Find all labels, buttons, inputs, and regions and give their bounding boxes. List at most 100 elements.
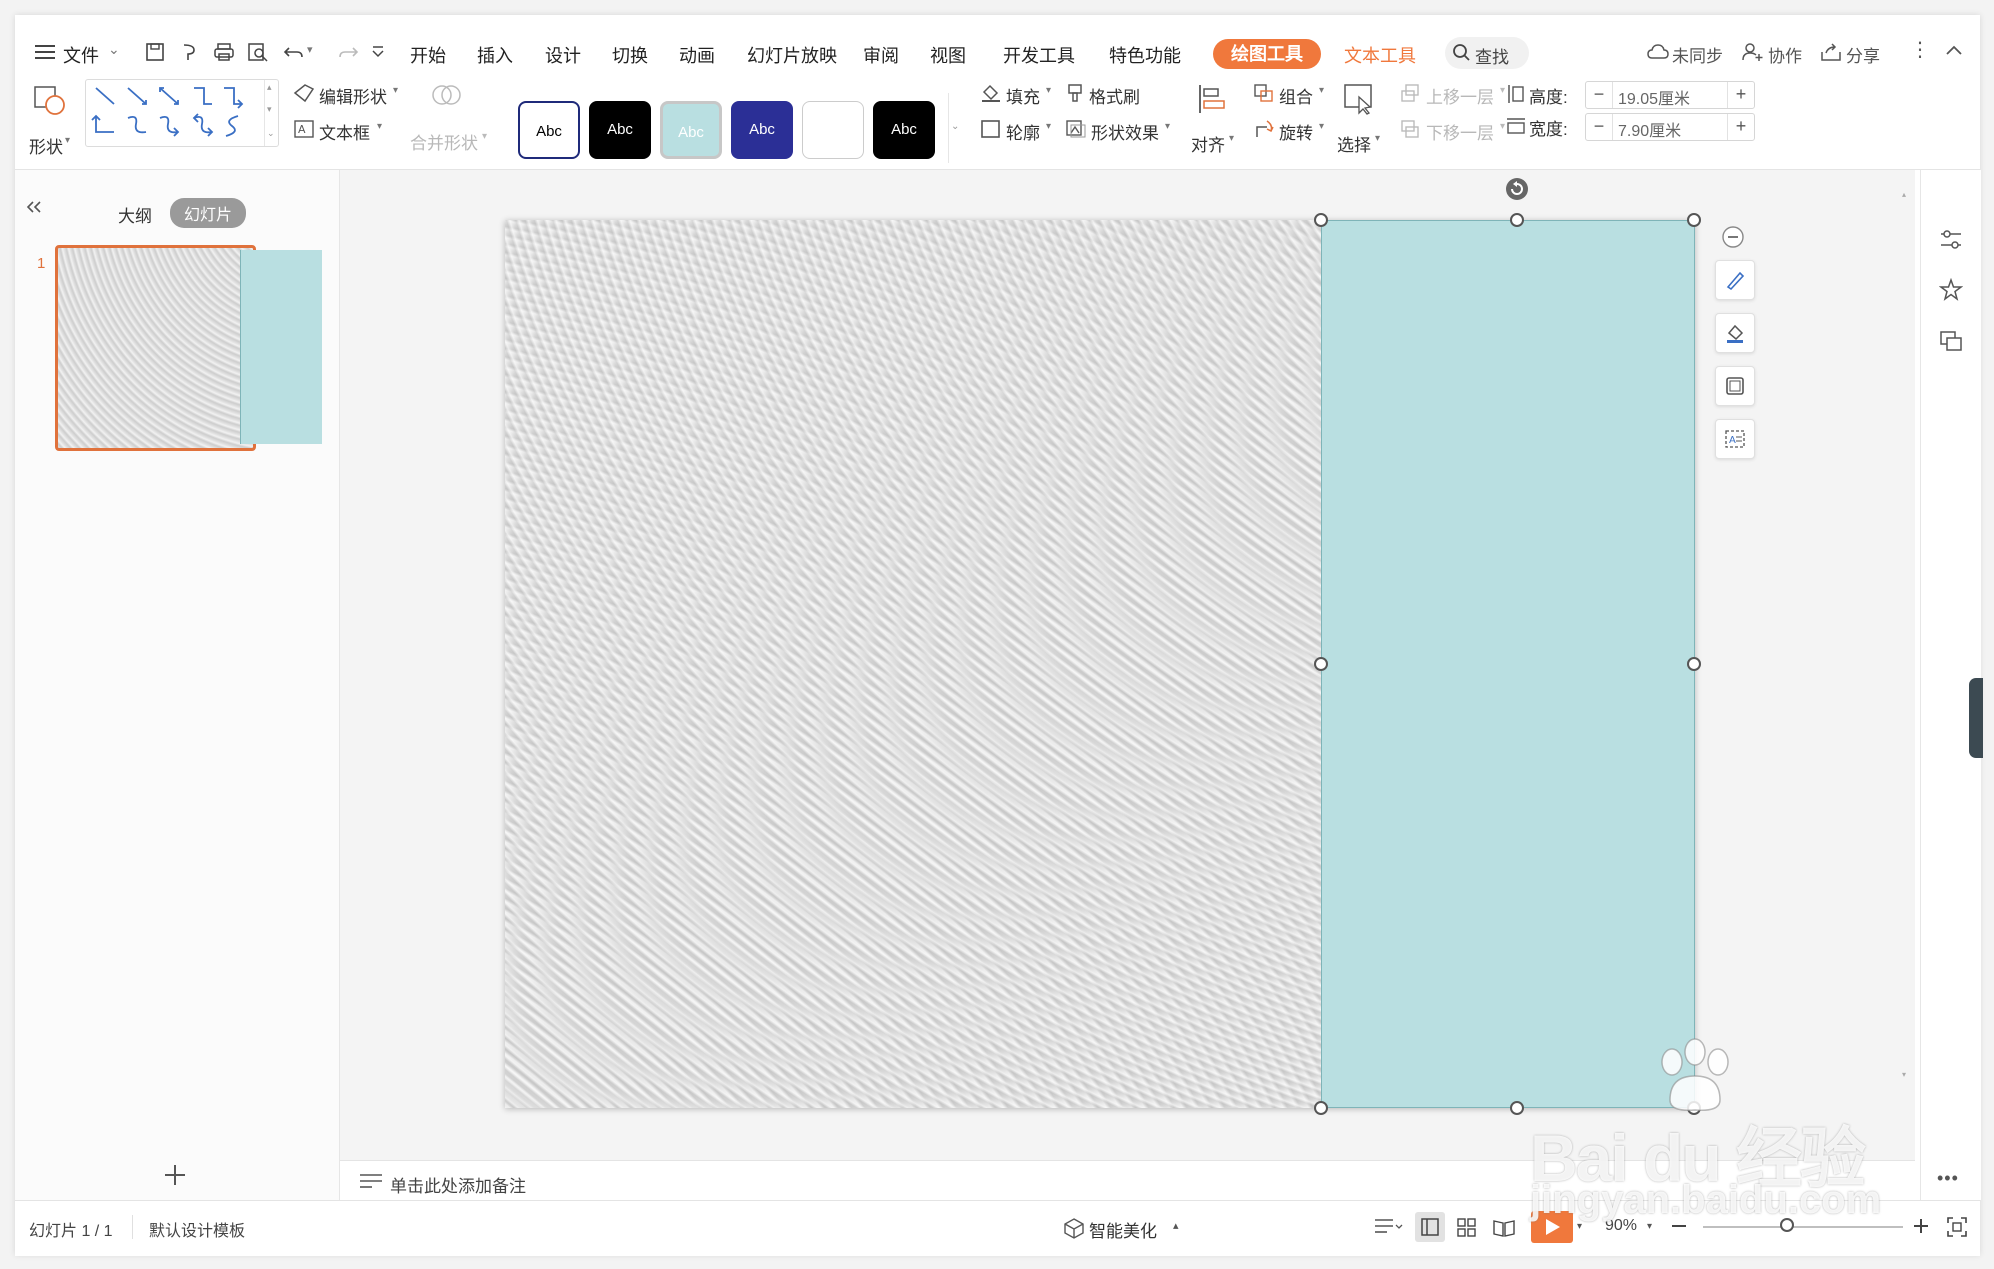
undo-icon[interactable] [283, 42, 305, 67]
print-preview-icon[interactable] [247, 42, 269, 67]
gallery-scroll[interactable]: ▴ ▾ ⌄ [264, 80, 278, 146]
tab-review[interactable]: 审阅 [863, 42, 899, 68]
float-outline-button[interactable] [1715, 366, 1755, 406]
resize-handle-top-left[interactable] [1314, 213, 1328, 227]
tab-drawing-tools[interactable]: 绘图工具 [1213, 39, 1321, 69]
more-options-icon[interactable]: ⋮ [1910, 37, 1930, 62]
height-value[interactable]: 19.05厘米 [1618, 85, 1690, 109]
style-sample-2[interactable]: Abc [589, 101, 651, 159]
export-pdf-icon[interactable] [180, 42, 200, 67]
search-box[interactable]: 查找 [1445, 37, 1529, 69]
tab-design[interactable]: 设计 [545, 42, 581, 68]
outline-dropdown-icon: ▾ [1046, 121, 1052, 132]
zoom-slider[interactable] [1703, 1218, 1903, 1232]
collapse-ribbon-icon[interactable] [1945, 43, 1963, 61]
file-menu[interactable]: 文件 [63, 42, 99, 68]
rotate-dropdown-icon: ▾ [1319, 121, 1325, 132]
style-sample-1[interactable]: Abc [518, 101, 580, 159]
tab-animations[interactable]: 动画 [679, 42, 715, 68]
shapes-gallery[interactable]: ▴ ▾ ⌄ [85, 79, 279, 147]
transform-icon[interactable] [1939, 328, 1963, 357]
more-tools-icon[interactable]: ••• [1937, 1168, 1959, 1189]
style-sample-3-selected[interactable]: Abc [660, 101, 722, 159]
tab-outline[interactable]: 大纲 [118, 202, 152, 227]
brush-icon [1726, 271, 1745, 291]
selected-rectangle-shape[interactable] [1321, 220, 1695, 1108]
notes-placeholder: 单击此处添加备注 [390, 1177, 526, 1196]
width-decrease-button[interactable]: − [1586, 114, 1613, 140]
notes-toggle-icon[interactable] [1375, 1217, 1403, 1242]
zoom-out-icon[interactable] [1672, 1225, 1686, 1227]
tab-special-features[interactable]: 特色功能 [1109, 42, 1181, 68]
float-text-button[interactable]: A [1715, 419, 1755, 459]
style-gallery-more-icon[interactable]: ⌄ [951, 121, 959, 132]
tab-slides[interactable]: 幻灯片 [170, 198, 247, 228]
style-sample-6[interactable]: Abc [873, 101, 935, 159]
resize-handle-right[interactable] [1687, 657, 1701, 671]
width-increase-button[interactable]: + [1727, 114, 1754, 140]
select-label: 选择 [1337, 136, 1371, 155]
group-dropdown-icon: ▾ [1319, 85, 1325, 96]
save-icon[interactable] [145, 42, 165, 67]
normal-view-button[interactable] [1415, 1212, 1445, 1242]
resize-handle-bottom-left[interactable] [1314, 1101, 1328, 1115]
undo-dropdown-icon[interactable]: ▾ [307, 43, 313, 56]
print-icon[interactable] [213, 42, 235, 67]
tab-transitions[interactable]: 切换 [612, 42, 648, 68]
slide-number: 1 [37, 255, 46, 272]
gallery-more-icon[interactable]: ⌄ [267, 128, 275, 139]
float-fill-button[interactable] [1715, 313, 1755, 353]
animation-star-icon[interactable] [1938, 277, 1964, 307]
resize-handle-top-right[interactable] [1687, 213, 1701, 227]
side-panel-handle[interactable] [1969, 678, 1983, 758]
height-stepper[interactable]: − 19.05厘米 + [1585, 81, 1755, 109]
slide-canvas[interactable] [505, 220, 1695, 1108]
resize-handle-top[interactable] [1510, 213, 1524, 227]
scroll-down-icon[interactable]: ▾ [1902, 1070, 1906, 1079]
tab-insert[interactable]: 插入 [477, 42, 513, 68]
hamburger-menu-icon[interactable] [35, 45, 55, 59]
gallery-scroll-up-icon[interactable]: ▴ [267, 82, 272, 93]
resize-handle-left[interactable] [1314, 657, 1328, 671]
align-icon [1199, 85, 1225, 113]
style-sample-5[interactable] [802, 101, 864, 159]
tab-text-tools[interactable]: 文本工具 [1344, 42, 1416, 68]
rotate-handle-icon[interactable] [1504, 176, 1530, 207]
fit-window-icon[interactable] [1947, 1217, 1967, 1242]
vertical-scrollbar[interactable]: ▴ ▾ [1902, 170, 1912, 1180]
style-sample-4[interactable]: Abc [731, 101, 793, 159]
properties-icon[interactable] [1939, 228, 1963, 257]
customize-toolbar-icon[interactable] [371, 45, 385, 64]
height-increase-button[interactable]: + [1727, 82, 1754, 108]
resize-handle-bottom[interactable] [1510, 1101, 1524, 1115]
template-name[interactable]: 默认设计模板 [149, 1217, 245, 1241]
reading-view-icon[interactable] [1493, 1218, 1515, 1243]
outline-icon [1726, 377, 1744, 395]
zoom-in-icon[interactable] [1913, 1218, 1929, 1239]
select-button[interactable]: 选择 ▾ [1335, 81, 1385, 161]
tab-developer[interactable]: 开发工具 [1003, 42, 1075, 68]
add-slide-icon[interactable] [163, 1163, 187, 1192]
width-stepper[interactable]: − 7.90厘米 + [1585, 113, 1755, 141]
scroll-up-icon[interactable]: ▴ [1902, 190, 1906, 199]
width-label: 宽度: [1529, 120, 1568, 139]
shape-dropdown-icon: ▾ [65, 135, 71, 146]
floating-collapse-icon[interactable] [1721, 225, 1745, 254]
align-button[interactable]: 对齐 ▾ [1191, 81, 1239, 161]
right-sidebar: ••• [1920, 170, 1983, 1200]
select-dropdown-icon: ▾ [1375, 133, 1381, 144]
shape-button[interactable]: 形状 ▾ [29, 85, 71, 165]
width-value[interactable]: 7.90厘米 [1618, 117, 1681, 141]
slide-thumbnail[interactable] [55, 245, 322, 451]
tab-view[interactable]: 视图 [930, 42, 966, 68]
height-decrease-button[interactable]: − [1586, 82, 1613, 108]
float-style-button[interactable] [1715, 260, 1755, 300]
slide-sorter-icon[interactable] [1457, 1218, 1477, 1243]
gallery-scroll-down-icon[interactable]: ▾ [267, 104, 272, 115]
collapse-pane-icon[interactable] [25, 200, 43, 219]
style-gallery-scroll[interactable]: ⌄ [948, 93, 963, 163]
chevron-down-icon: ⌄ [108, 41, 120, 57]
tab-home[interactable]: 开始 [410, 42, 446, 68]
tab-slideshow[interactable]: 幻灯片放映 [747, 42, 837, 68]
thumbnail-rect [240, 250, 322, 444]
